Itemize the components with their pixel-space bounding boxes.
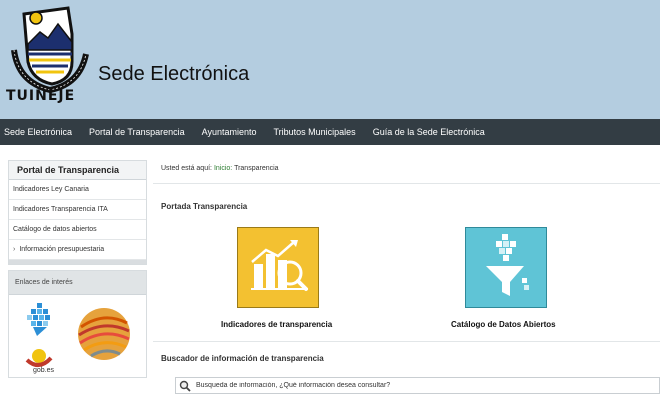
chevron-right-icon: › bbox=[13, 246, 16, 253]
section-divider bbox=[153, 341, 660, 342]
breadcrumb: Usted está aquí: Inicio: Transparencia bbox=[161, 165, 279, 172]
sidebar-item-label: Información presupuestaria bbox=[19, 246, 105, 253]
main-content: Usted está aquí: Inicio: Transparencia P… bbox=[153, 147, 660, 401]
nav-item-guia-sede[interactable]: Guía de la Sede Electrónica bbox=[369, 127, 493, 137]
links-of-interest-title: Enlaces de interés bbox=[9, 271, 146, 295]
search-box[interactable] bbox=[175, 377, 660, 394]
site-header: TUINEJE Sede Electrónica bbox=[0, 0, 660, 119]
search-icon[interactable] bbox=[179, 380, 191, 392]
pixel-transparency-logo[interactable] bbox=[23, 303, 57, 339]
tile-label-indicadores[interactable]: Indicadores de transparencia bbox=[221, 320, 332, 329]
sidebar-item-informacion-presupuestaria[interactable]: › Información presupuestaria bbox=[9, 240, 146, 260]
sidebar-item-indicadores-ita[interactable]: Indicadores Transparencia ITA bbox=[9, 200, 146, 220]
tile-catalogo-datos-abiertos[interactable] bbox=[465, 227, 547, 308]
nav-item-ayuntamiento[interactable]: Ayuntamiento bbox=[198, 127, 265, 137]
search-input[interactable] bbox=[196, 379, 651, 392]
sidebar-item-indicadores-ley-canaria[interactable]: Indicadores Ley Canaria bbox=[9, 180, 146, 200]
links-of-interest-box: Enlaces de interés gob.es bbox=[8, 270, 147, 378]
site-title: Sede Electrónica bbox=[98, 63, 250, 85]
breadcrumb-home-link[interactable]: Inicio: bbox=[214, 165, 232, 172]
sidebar-title: Portal de Transparencia bbox=[9, 161, 146, 180]
transparency-menu: Portal de Transparencia Indicadores Ley … bbox=[8, 160, 147, 265]
breadcrumb-divider bbox=[153, 183, 660, 184]
breadcrumb-prefix: Usted está aquí: bbox=[161, 165, 212, 172]
tile-indicadores-transparencia[interactable] bbox=[237, 227, 319, 308]
sidebar: Portal de Transparencia Indicadores Ley … bbox=[8, 160, 147, 378]
nav-item-portal-transparencia[interactable]: Portal de Transparencia bbox=[85, 127, 193, 137]
search-section-title: Buscador de información de transparencia bbox=[161, 354, 324, 363]
section-title: Portada Transparencia bbox=[161, 202, 248, 211]
nav-item-sede-electronica[interactable]: Sede Electrónica bbox=[0, 127, 80, 137]
gob-es-logo-text: gob.es bbox=[33, 367, 55, 374]
logo-wordmark: TUINEJE bbox=[6, 88, 76, 104]
data-funnel-icon bbox=[486, 234, 529, 296]
main-navigation: Sede Electrónica Portal de Transparencia… bbox=[0, 119, 660, 145]
breadcrumb-current: Transparencia bbox=[234, 165, 279, 172]
circular-stripes-logo[interactable] bbox=[75, 305, 133, 363]
tile-label-catalogo[interactable]: Catálogo de Datos Abiertos bbox=[451, 320, 556, 329]
chart-magnifier-icon bbox=[251, 240, 308, 291]
sidebar-divider bbox=[9, 260, 146, 264]
sidebar-item-catalogo-datos[interactable]: Catálogo de datos abiertos bbox=[9, 220, 146, 240]
nav-item-tributos-municipales[interactable]: Tributos Municipales bbox=[269, 127, 363, 137]
